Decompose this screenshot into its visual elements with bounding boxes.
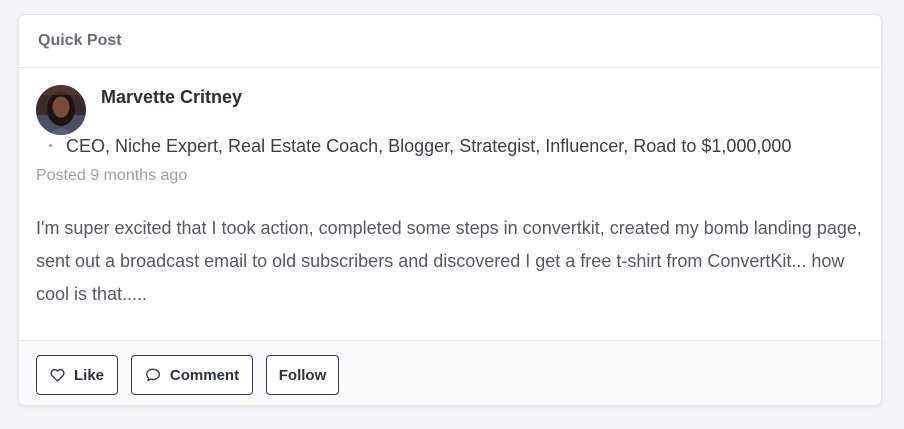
- follow-button[interactable]: Follow: [266, 355, 339, 395]
- posted-time: Posted 9 months ago: [36, 167, 188, 184]
- card-title: Quick Post: [38, 32, 122, 49]
- quick-post-card: Quick Post Marvette Critney CEO, Niche E…: [18, 14, 882, 406]
- avatar-image: [36, 85, 86, 135]
- avatar[interactable]: [36, 85, 86, 135]
- post-body: Marvette Critney CEO, Niche Expert, Real…: [19, 68, 881, 340]
- bullet-dot: [49, 143, 52, 147]
- like-label: Like: [73, 366, 104, 384]
- heart-icon: [50, 368, 65, 382]
- follow-label: Follow: [278, 366, 327, 384]
- author-tagline: CEO, Niche Expert, Real Estate Coach, Bl…: [49, 136, 791, 157]
- comment-label: Comment: [169, 366, 240, 384]
- author-tagline-text: CEO, Niche Expert, Real Estate Coach, Bl…: [66, 136, 792, 156]
- post-text: I'm super excited that I took action, co…: [36, 218, 862, 304]
- card-header: Quick Post: [19, 15, 881, 68]
- like-button[interactable]: Like: [36, 355, 118, 395]
- comment-button[interactable]: Comment: [131, 355, 253, 395]
- speech-bubble-icon: [145, 368, 160, 382]
- author-name[interactable]: Marvette Critney: [101, 87, 242, 108]
- post-actions: Like Comment Follow: [19, 340, 881, 405]
